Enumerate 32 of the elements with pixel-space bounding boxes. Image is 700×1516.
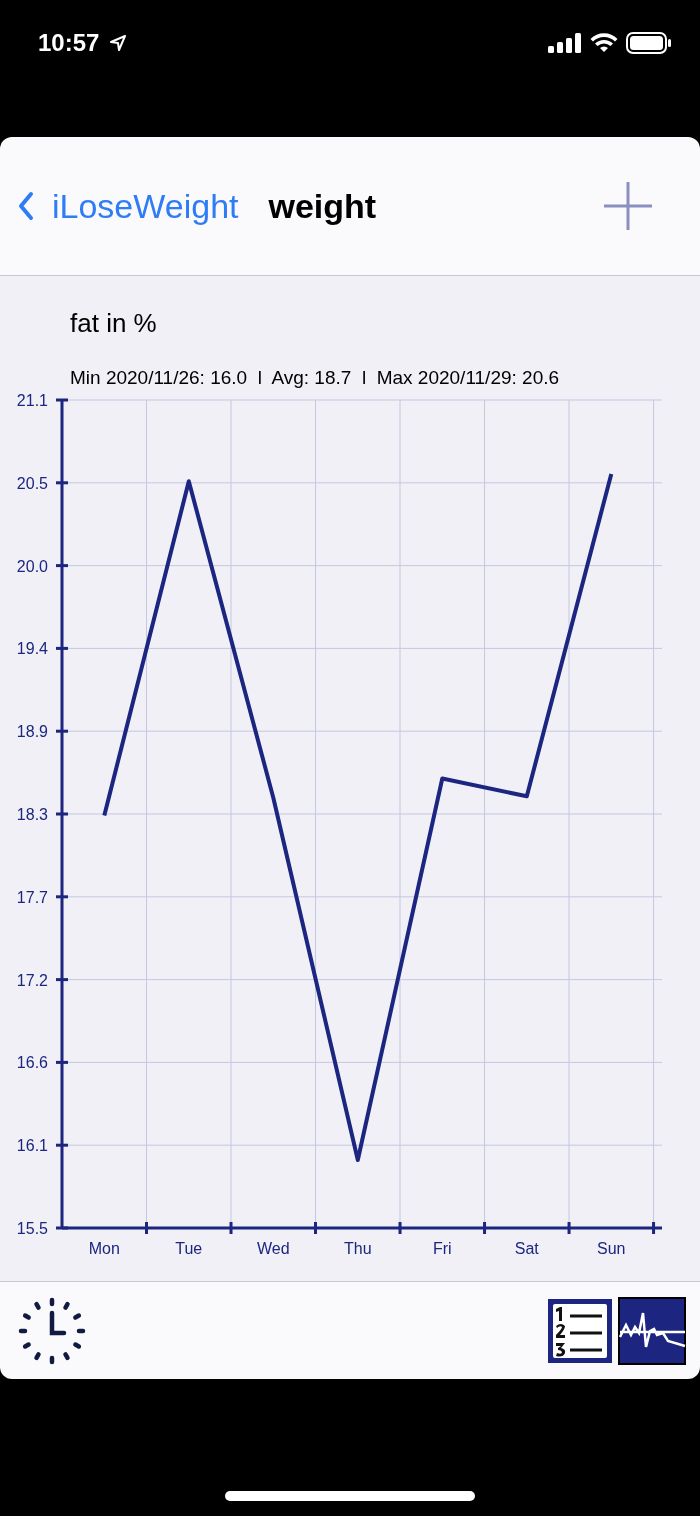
clock-icon[interactable] [18,1296,86,1365]
battery-icon [626,31,672,54]
signal-icon [548,32,582,53]
location-arrow-icon [109,33,128,52]
y-tick-label: 18.9 [16,723,48,741]
x-tick-label: Thu [344,1240,372,1257]
add-icon[interactable] [602,180,654,232]
wifi-icon [590,32,618,53]
y-tick-label: 18.3 [16,806,48,823]
nav-title: weight [268,186,377,226]
y-tick-label: 20.5 [16,474,48,492]
graph-icon[interactable] [618,1296,686,1365]
back-button[interactable]: iLoseWeight [18,186,239,226]
y-tick-label: 16.1 [16,1137,48,1155]
y-tick-label: 21.1 [16,393,48,409]
back-chevron-icon[interactable] [18,191,34,221]
x-tick-label: Tue [175,1240,203,1257]
x-tick-label: Fri [432,1240,452,1257]
x-tick-label: Mon [88,1240,120,1257]
y-tick-label: 17.2 [16,971,48,989]
status-time: 10:57 [38,28,100,57]
y-tick-label: 17.7 [16,888,48,906]
y-tick-label: 19.4 [16,640,48,658]
chart-stats: Min 2020/11/26: 16.0 l Avg: 18.7 l Max 2020/11/29: 20.6 [70,367,561,389]
x-tick-label: Sun [597,1240,626,1257]
x-tick-label: Sat [514,1240,539,1257]
chart-title: fat in % [70,308,158,339]
numbered-list-icon[interactable] [546,1296,614,1365]
y-tick-label: 15.5 [16,1220,48,1237]
x-tick-label: Wed [256,1240,290,1257]
y-tick-label: 16.6 [16,1054,48,1072]
y-tick-label: 20.0 [16,557,48,575]
